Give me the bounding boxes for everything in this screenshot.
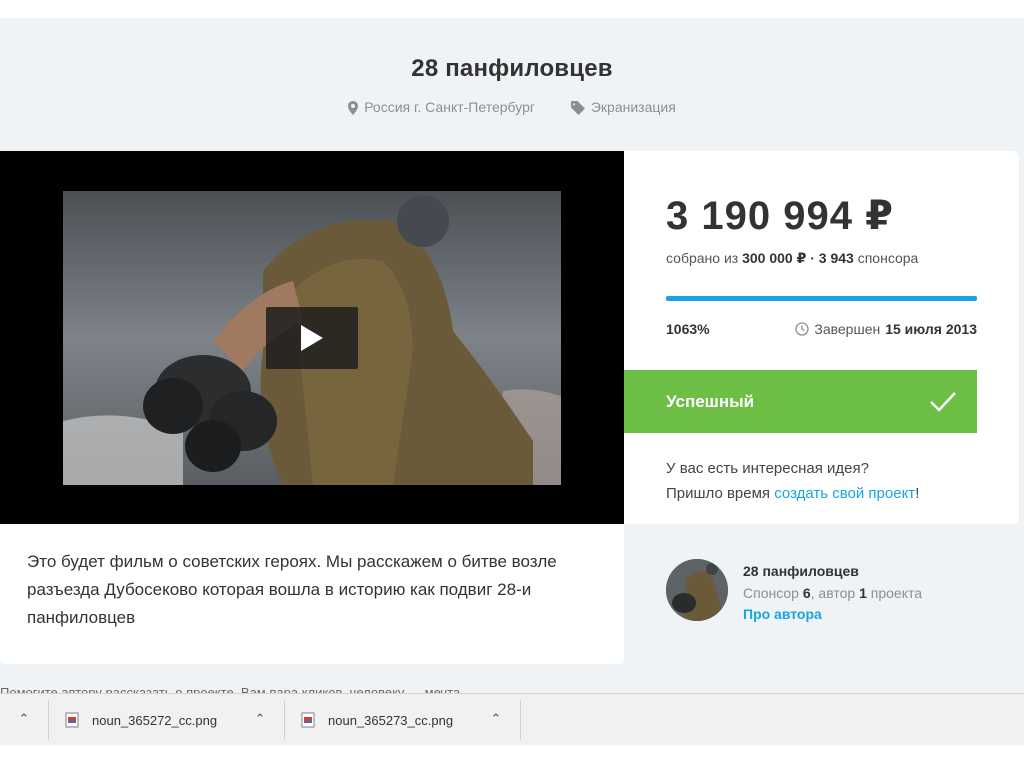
chevron-up-icon[interactable]: ⌃ (16, 711, 32, 727)
project-category[interactable]: Экранизация (570, 99, 676, 116)
location-label: Россия г. Санкт-Петербург (364, 99, 535, 115)
about-author-link[interactable]: Про автора (743, 606, 822, 622)
avatar[interactable] (666, 559, 728, 621)
download-item-1[interactable]: noun_365272_cc.png (64, 694, 284, 746)
video-player[interactable] (0, 151, 624, 524)
author-sponsor-label: Спонсор (743, 585, 799, 601)
download-filename: noun_365272_cc.png (92, 712, 218, 728)
divider (284, 700, 285, 740)
download-filename: noun_365273_cc.png (328, 712, 454, 728)
funded-percent: 1063% (666, 321, 710, 337)
author-avatar-image (666, 559, 728, 621)
author-project-count: 1 (859, 585, 867, 601)
ended-date: 15 июля 2013 (885, 321, 977, 337)
browser-bottom-strip (0, 745, 1024, 767)
goal-amount: 300 000 ₽ (742, 250, 807, 266)
play-icon (301, 325, 323, 351)
author-sponsor-count: 6 (802, 585, 811, 601)
status-success-banner: Успешный (624, 370, 977, 433)
tag-icon (570, 101, 585, 116)
idea-suffix: ! (915, 485, 920, 502)
collected-prefix: собрано из (666, 250, 739, 266)
clock-icon (795, 322, 810, 336)
play-button[interactable] (266, 307, 358, 369)
divider (48, 700, 49, 740)
project-location[interactable]: Россия г. Санкт-Петербург (348, 99, 539, 116)
sponsor-count: 3 943 (818, 250, 854, 266)
summary-separator: · (810, 250, 815, 266)
idea-prefix: Пришло время (666, 485, 771, 502)
end-date: Завершен 15 июля 2013 (795, 321, 977, 337)
author-author-label: , автор (810, 585, 856, 601)
project-description: Это будет фильм о советских героях. Мы р… (0, 524, 624, 664)
collected-summary: собрано из 300 000 ₽ · 3 943 спонсора (666, 250, 918, 267)
cut-off-text: Помогите автору рассказать о проекте. Ва… (0, 686, 560, 693)
progress-fill (666, 296, 977, 301)
status-label: Успешный (666, 391, 755, 411)
ended-label: Завершен (814, 321, 881, 337)
sponsors-label: спонсора (857, 250, 919, 266)
browser-top-strip (0, 0, 1024, 18)
image-file-icon (65, 712, 79, 728)
funding-card: 3 190 994 ₽ собрано из 300 000 ₽ · 3 943… (624, 151, 1019, 524)
author-stats: Спонсор 6, автор 1 проекта (743, 585, 922, 601)
map-pin-icon (348, 101, 359, 116)
downloads-bar: ⌃ noun_365272_cc.png ⌃ noun_365273_cc.pn… (0, 693, 1024, 745)
author-block: 28 панфиловцев Спонсор 6, автор 1 проект… (666, 559, 1006, 629)
progress-bar (666, 296, 977, 301)
chevron-up-icon[interactable]: ⌃ (488, 711, 504, 727)
idea-question: У вас есть интересная идея? (666, 460, 869, 477)
project-page: 28 панфиловцев Россия г. Санкт-Петербург… (0, 18, 1024, 693)
create-project-link[interactable]: создать свой проект (774, 485, 915, 502)
author-name: 28 панфиловцев (743, 563, 859, 579)
download-item-2[interactable]: noun_365273_cc.png (300, 694, 520, 746)
checkmark-icon (930, 391, 956, 412)
create-project-prompt: У вас есть интересная идея? Пришло время… (666, 456, 919, 506)
idea-cta-line: Пришло время создать свой проект! (666, 481, 919, 506)
category-label: Экранизация (590, 99, 676, 115)
divider (520, 700, 521, 740)
project-meta: Россия г. Санкт-Петербург Экранизация (0, 99, 1024, 116)
chevron-up-icon[interactable]: ⌃ (252, 711, 268, 727)
raised-amount: 3 190 994 ₽ (666, 194, 894, 238)
author-projects-label: проекта (870, 585, 923, 601)
page-title: 28 панфиловцев (411, 55, 613, 82)
image-file-icon (301, 712, 315, 728)
